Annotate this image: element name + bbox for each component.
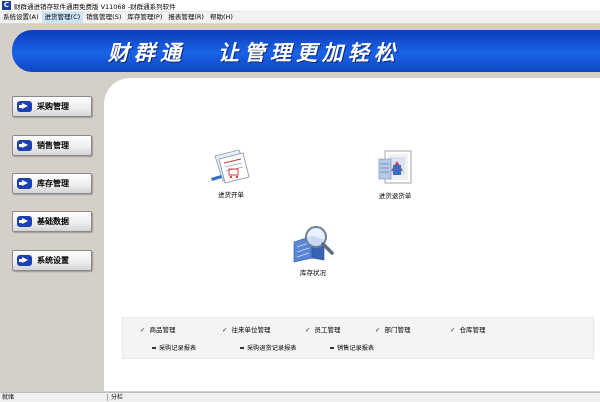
title-bar: C 财群通进销存软件通用免费版 V11068 -财群通系列软件: [0, 0, 600, 12]
purchase-order-label: 进货开单: [218, 191, 244, 199]
sidebar-item-label: 采购管理: [37, 102, 69, 111]
link-partner-management[interactable]: ✓ 往来单位管理: [222, 324, 270, 334]
menu-bar: 系统设置(A) 进货管理(C) 销售管理(S) 库存管理(P) 报表管理(R) …: [0, 12, 600, 24]
banner-text: 财群通 让管理更加轻松: [108, 37, 400, 67]
header-banner: 财群通 让管理更加轻松: [12, 30, 600, 72]
sidebar-item-basic-data[interactable]: 基础数据: [12, 211, 92, 232]
report-purchase-return-records[interactable]: 采购退货记录报表: [240, 343, 297, 352]
link-employee-management[interactable]: ✓ 员工管理: [305, 324, 340, 334]
checkmark-icon: ✓: [305, 326, 311, 334]
link-department-management[interactable]: ✓ 部门管理: [375, 324, 410, 334]
sidebar-item-inventory[interactable]: 库存管理: [12, 173, 92, 194]
document-return-icon: [378, 150, 412, 184]
stock-status-label: 库存状况: [300, 269, 326, 277]
sidebar-item-label: 基础数据: [37, 217, 69, 226]
window-title: 财群通进销存软件通用免费版 V11068 -财群通系列软件: [14, 2, 176, 11]
checkmark-icon: ✓: [450, 326, 456, 334]
magnifier-building-icon: [293, 226, 334, 263]
sidebar-item-label: 库存管理: [37, 179, 69, 188]
menu-inventory[interactable]: 库存管理(P): [124, 12, 165, 23]
menu-purchase[interactable]: 进货管理(C): [41, 12, 84, 23]
document-cart-icon: [211, 149, 250, 184]
link-warehouse-management[interactable]: ✓ 仓库管理: [450, 324, 485, 334]
menu-reports[interactable]: 报表管理(R): [165, 12, 207, 23]
banner-brand: 财群通: [108, 40, 186, 65]
stock-status-shortcut[interactable]: 库存状况: [278, 224, 348, 277]
arrow-right-icon: [17, 216, 32, 227]
app-logo-icon: C: [2, 1, 11, 10]
checkmark-icon: ✓: [140, 326, 146, 334]
quick-links-panel: [122, 317, 594, 359]
report-purchase-records[interactable]: 采购记录报表: [152, 343, 196, 352]
sidebar-item-label: 系统设置: [37, 256, 69, 265]
arrow-right-icon: [17, 140, 32, 151]
report-sales-records[interactable]: 销售记录报表: [330, 343, 374, 352]
arrow-right-icon: [17, 101, 32, 112]
purchase-order-shortcut[interactable]: 进货开单: [196, 148, 266, 199]
sidebar-item-system-settings[interactable]: 系统设置: [12, 250, 92, 271]
sidebar-item-sales[interactable]: 销售管理: [12, 135, 92, 156]
purchase-return-shortcut[interactable]: 进货退货单: [360, 149, 430, 200]
menu-help[interactable]: 帮助(H): [207, 12, 236, 23]
banner-slogan: 让管理更加轻松: [218, 40, 400, 65]
arrow-right-icon: [17, 255, 32, 266]
checkmark-icon: ✓: [222, 326, 228, 334]
sidebar-item-purchase[interactable]: 采购管理: [12, 96, 92, 117]
menu-system-settings[interactable]: 系统设置(A): [0, 12, 42, 23]
sidebar-item-label: 销售管理: [37, 141, 69, 150]
link-product-management[interactable]: ✓ 商品管理: [140, 324, 175, 334]
arrow-right-icon: [17, 178, 32, 189]
purchase-return-label: 进货退货单: [378, 192, 412, 200]
menu-sales[interactable]: 销售管理(S): [83, 12, 124, 23]
checkmark-icon: ✓: [375, 326, 381, 334]
